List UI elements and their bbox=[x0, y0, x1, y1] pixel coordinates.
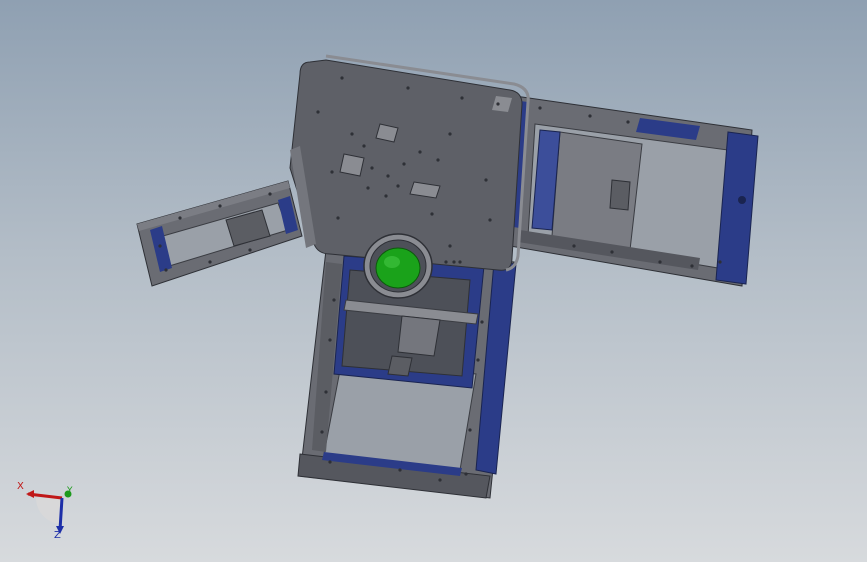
left-bracket-arm bbox=[136, 180, 303, 287]
lens-assembly bbox=[363, 233, 433, 299]
y-axis-label: Y bbox=[67, 486, 73, 496]
graphics-viewport[interactable]: X Y Z bbox=[0, 0, 867, 562]
z-axis-label: Z bbox=[54, 530, 61, 541]
3d-assembly-model[interactable] bbox=[0, 0, 867, 562]
orientation-triad[interactable]: X Y Z bbox=[14, 476, 86, 548]
right-bracket-arm bbox=[506, 95, 759, 287]
triad-graphic bbox=[26, 490, 72, 534]
x-axis-label: X bbox=[17, 481, 24, 492]
